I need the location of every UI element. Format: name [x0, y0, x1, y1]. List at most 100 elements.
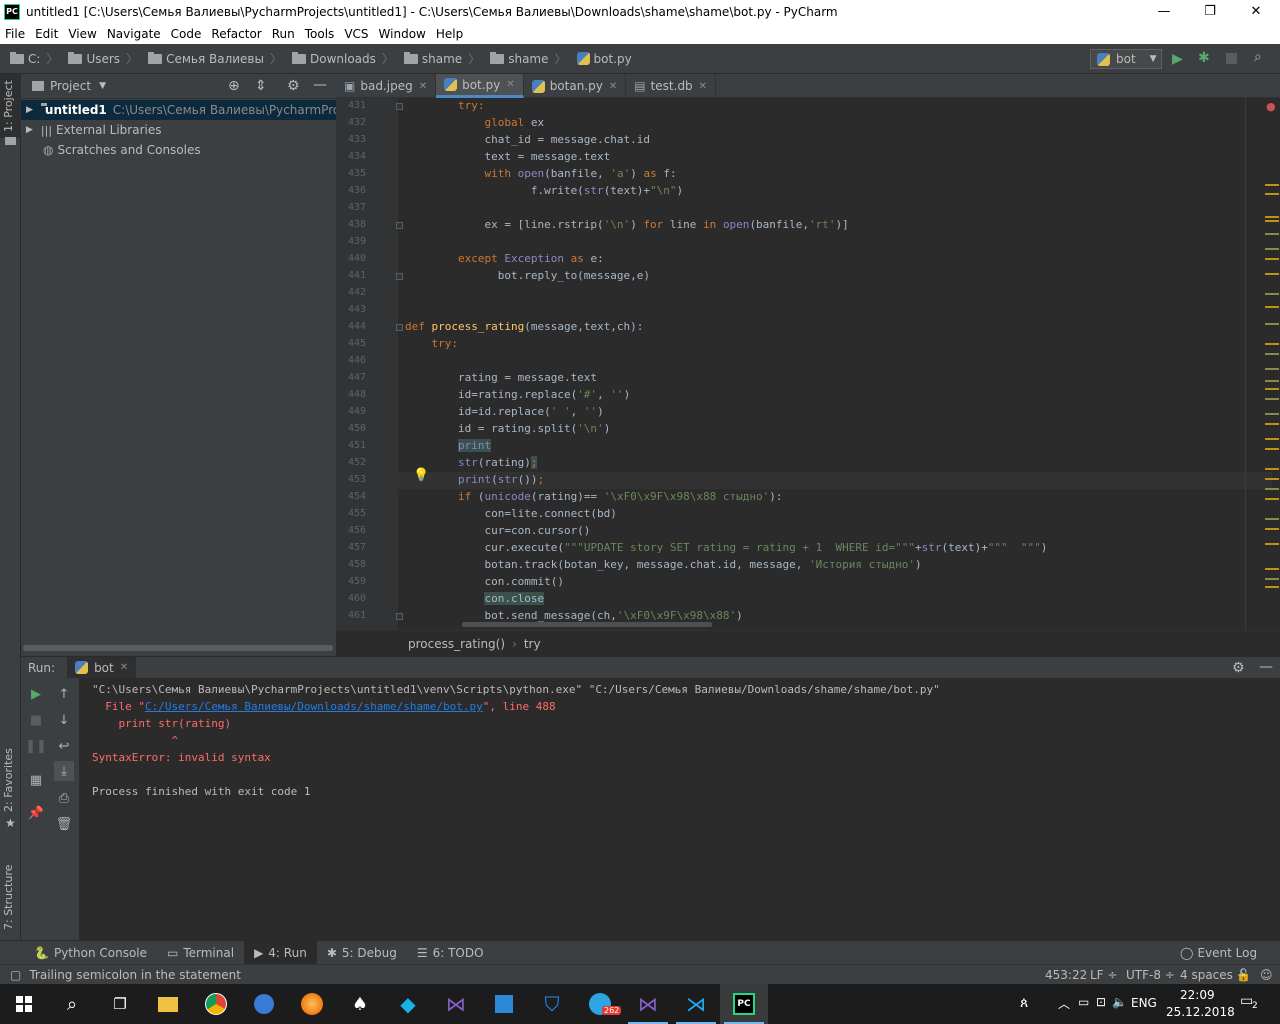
- code-line[interactable]: ex = [line.rstrip('\n') for line in open…: [405, 218, 848, 231]
- event-log-button[interactable]: ◯ Event Log: [1170, 941, 1267, 965]
- error-stripe-marker[interactable]: [1265, 488, 1279, 490]
- language-indicator[interactable]: ENG: [1131, 996, 1157, 1010]
- error-stripe-marker[interactable]: [1265, 478, 1279, 480]
- breadcrumb-function[interactable]: process_rating(): [408, 637, 505, 651]
- error-stripe-marker[interactable]: [1265, 273, 1279, 275]
- error-stripe-marker[interactable]: [1265, 184, 1279, 186]
- code-line[interactable]: con=lite.connect(bd): [405, 507, 616, 520]
- line-number[interactable]: 445: [336, 338, 366, 349]
- start-button[interactable]: [0, 984, 48, 1024]
- line-number[interactable]: 439: [336, 236, 366, 247]
- line-number[interactable]: 435: [336, 168, 366, 179]
- code-line[interactable]: if (unicode(rating)== '\xF0\x9F\x98\x88 …: [405, 490, 783, 503]
- soft-wrap-icon[interactable]: ↩: [54, 736, 74, 756]
- chevron-up-icon[interactable]: ︿: [1058, 995, 1070, 1012]
- file-encoding[interactable]: UTF-8 ÷: [1126, 968, 1175, 982]
- kodi-icon[interactable]: ◆: [384, 984, 432, 1024]
- error-stripe-marker[interactable]: [1265, 413, 1279, 415]
- console-file-link[interactable]: C:/Users/Семья Валиевы/Downloads/shame/s…: [145, 700, 483, 713]
- pycharm-taskbar-icon[interactable]: PC: [720, 984, 768, 1024]
- code-line[interactable]: global ex: [405, 116, 544, 129]
- close-icon[interactable]: ✕: [699, 81, 707, 92]
- line-number[interactable]: 443: [336, 304, 366, 315]
- shield-icon[interactable]: ⛉: [528, 984, 576, 1024]
- error-stripe-marker[interactable]: [1265, 543, 1279, 545]
- editor-hscrollbar[interactable]: [462, 622, 712, 627]
- crumb-file[interactable]: bot.py: [571, 52, 632, 66]
- line-number[interactable]: 444: [336, 321, 366, 332]
- error-stripe-marker[interactable]: [1265, 423, 1279, 425]
- menu-navigate[interactable]: Navigate: [102, 27, 166, 41]
- tab-todo[interactable]: ☰ 6: TODO: [407, 941, 494, 965]
- project-panel-title[interactable]: Project: [50, 79, 91, 93]
- error-stripe-marker[interactable]: [1265, 448, 1279, 450]
- code-line[interactable]: id = rating.split('\n'): [405, 422, 610, 435]
- print-icon[interactable]: ⎙: [54, 788, 74, 808]
- firefox-icon[interactable]: [288, 984, 336, 1024]
- volume-icon[interactable]: 🔈: [1112, 995, 1127, 1009]
- line-number[interactable]: 447: [336, 372, 366, 383]
- scroll-to-end-icon[interactable]: ⤓: [54, 761, 74, 781]
- line-number[interactable]: 448: [336, 389, 366, 400]
- crumb-drive[interactable]: C: 〉: [4, 50, 58, 67]
- menu-tools[interactable]: Tools: [300, 27, 340, 41]
- menu-window[interactable]: Window: [374, 27, 431, 41]
- tree-item-external-libraries[interactable]: ▶ ||| External Libraries: [21, 120, 161, 140]
- stop-icon[interactable]: [1226, 53, 1237, 64]
- calculator-icon[interactable]: [480, 984, 528, 1024]
- breadcrumb-try[interactable]: try: [524, 637, 541, 651]
- search-icon[interactable]: ⌕: [48, 984, 96, 1024]
- line-number[interactable]: 451: [336, 440, 366, 451]
- network-icon[interactable]: ⊡: [1096, 995, 1106, 1009]
- stop-icon[interactable]: ■: [26, 710, 46, 730]
- fold-marker-icon[interactable]: [396, 324, 403, 331]
- maximize-icon[interactable]: ❐: [1187, 0, 1233, 23]
- crumb-shame-inner[interactable]: shame 〉: [484, 50, 567, 67]
- crumb-downloads[interactable]: Downloads 〉: [286, 50, 394, 67]
- fold-marker-icon[interactable]: [396, 103, 403, 110]
- visual-studio-icon[interactable]: ⋈: [432, 984, 480, 1024]
- pin-icon[interactable]: 📌: [26, 803, 46, 823]
- error-stripe-marker[interactable]: [1265, 528, 1279, 530]
- line-number[interactable]: 457: [336, 542, 366, 553]
- error-stripe-marker[interactable]: [1265, 498, 1279, 500]
- up-arrow-icon[interactable]: ↑: [54, 684, 74, 704]
- line-number[interactable]: 452: [336, 457, 366, 468]
- error-indicator-icon[interactable]: ●: [1266, 100, 1276, 113]
- fold-marker-icon[interactable]: [396, 222, 403, 229]
- line-number[interactable]: 433: [336, 134, 366, 145]
- menu-help[interactable]: Help: [431, 27, 468, 41]
- error-stripe-marker[interactable]: [1265, 368, 1279, 370]
- error-stripe-marker[interactable]: [1265, 343, 1279, 345]
- locate-icon[interactable]: ⊕: [228, 78, 240, 94]
- line-number[interactable]: 460: [336, 593, 366, 604]
- line-number[interactable]: 436: [336, 185, 366, 196]
- error-stripe-marker[interactable]: [1265, 193, 1279, 195]
- error-stripe-marker[interactable]: [1265, 216, 1279, 218]
- expand-arrow-icon[interactable]: ▶: [26, 125, 33, 135]
- menu-vcs[interactable]: VCS: [339, 27, 373, 41]
- run-config-select[interactable]: bot ▼: [1090, 49, 1162, 69]
- run-tab-bot[interactable]: bot ✕: [67, 656, 137, 679]
- tab-botan-py[interactable]: botan.py ✕: [524, 74, 627, 98]
- line-number[interactable]: 438: [336, 219, 366, 230]
- tree-item-scratches[interactable]: ◍ Scratches and Consoles: [21, 140, 201, 160]
- code-line[interactable]: try:: [405, 99, 485, 112]
- clock-time[interactable]: 22:09: [1180, 988, 1215, 1002]
- error-stripe-marker[interactable]: [1265, 323, 1279, 325]
- line-number[interactable]: 455: [336, 508, 366, 519]
- chrome-icon[interactable]: [192, 984, 240, 1024]
- search-icon[interactable]: ⌕: [1254, 49, 1262, 65]
- code-line[interactable]: rating = message.text: [405, 371, 597, 384]
- hide-icon[interactable]: —: [313, 77, 327, 93]
- error-stripe-marker[interactable]: [1265, 293, 1279, 295]
- error-stripe-marker[interactable]: [1265, 220, 1279, 222]
- tab-debug[interactable]: ✱ 5: Debug: [317, 941, 407, 965]
- menu-code[interactable]: Code: [166, 27, 207, 41]
- line-number[interactable]: 446: [336, 355, 366, 366]
- trash-icon[interactable]: 🗑: [54, 814, 74, 834]
- run-console[interactable]: "C:\Users\Семья Валиевы\PycharmProjects\…: [80, 678, 1280, 940]
- line-number[interactable]: 432: [336, 117, 366, 128]
- code-line[interactable]: print: [405, 439, 492, 452]
- chevron-down-icon[interactable]: ▼: [99, 81, 106, 91]
